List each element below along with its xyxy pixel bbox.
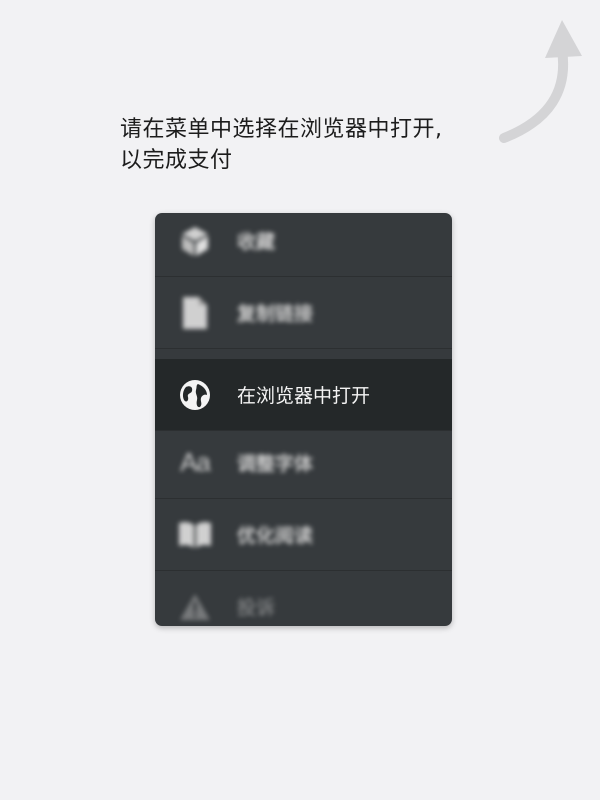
menu-item-copy-link[interactable]: 复制链接 [155, 277, 452, 349]
font-size-icon: Aa [175, 443, 215, 483]
menu-item-label: 投诉 [237, 597, 276, 619]
instruction-line-2: 以完成支付 [120, 148, 233, 173]
menu-item-reader-mode[interactable]: 优化阅读 [155, 499, 452, 571]
menu-item-label: 收藏 [237, 231, 276, 253]
menu-item-label: 优化阅读 [237, 525, 314, 547]
menu-item-favorite[interactable]: 收藏 [155, 213, 452, 277]
cube-icon [175, 221, 215, 261]
menu-item-report[interactable]: 投诉 [155, 571, 452, 626]
menu-item-label: 在浏览器中打开 [237, 385, 371, 407]
share-menu: 收藏 复制链接 在浏览器中打开 Aa 调整字体 优化阅读 投诉 [155, 213, 452, 626]
menu-item-font-size[interactable]: Aa 调整字体 [155, 427, 452, 499]
document-icon [175, 293, 215, 333]
menu-item-label: 调整字体 [237, 453, 314, 475]
menu-item-open-in-browser[interactable]: 在浏览器中打开 [155, 359, 452, 431]
font-size-glyph: Aa [180, 447, 211, 477]
instruction-line-1: 请在菜单中选择在浏览器中打开, [120, 117, 443, 142]
instruction-text: 请在菜单中选择在浏览器中打开, 以完成支付 [120, 114, 540, 176]
warning-icon [175, 587, 215, 627]
book-icon [175, 515, 215, 555]
globe-icon [175, 375, 215, 415]
menu-item-label: 复制链接 [237, 303, 314, 325]
